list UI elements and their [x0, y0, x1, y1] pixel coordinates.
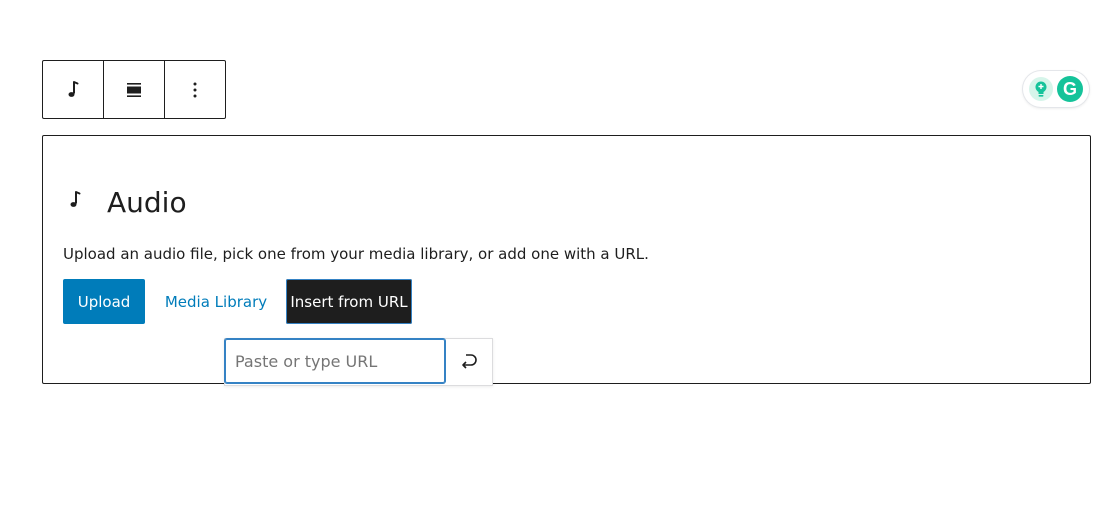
editor-canvas: G Audio Upload an audio file, pick one f…: [0, 0, 1103, 515]
block-instructions: Upload an audio file, pick one from your…: [63, 245, 649, 263]
align-button[interactable]: [103, 61, 164, 118]
more-options-icon: [183, 78, 207, 102]
block-title: Audio: [63, 186, 187, 219]
audio-block-placeholder: Audio Upload an audio file, pick one fro…: [42, 135, 1091, 384]
insert-from-url-button[interactable]: Insert from URL: [286, 279, 412, 324]
more-options-button[interactable]: [164, 61, 225, 118]
block-type-button[interactable]: [43, 61, 103, 118]
url-popover: [224, 338, 493, 386]
grammarly-logo-icon[interactable]: G: [1057, 76, 1083, 102]
grammarly-widget[interactable]: G: [1023, 71, 1089, 107]
audio-icon: [61, 78, 85, 102]
apply-url-button[interactable]: [446, 339, 492, 385]
lightbulb-icon[interactable]: [1029, 77, 1053, 101]
enter-return-icon: [458, 349, 480, 375]
align-icon: [122, 78, 146, 102]
audio-icon: [63, 186, 107, 219]
media-library-button[interactable]: Media Library: [161, 279, 271, 324]
block-toolbar: [42, 60, 226, 119]
block-title-label: Audio: [107, 186, 187, 219]
upload-button[interactable]: Upload: [63, 279, 145, 324]
url-input[interactable]: [224, 338, 446, 384]
